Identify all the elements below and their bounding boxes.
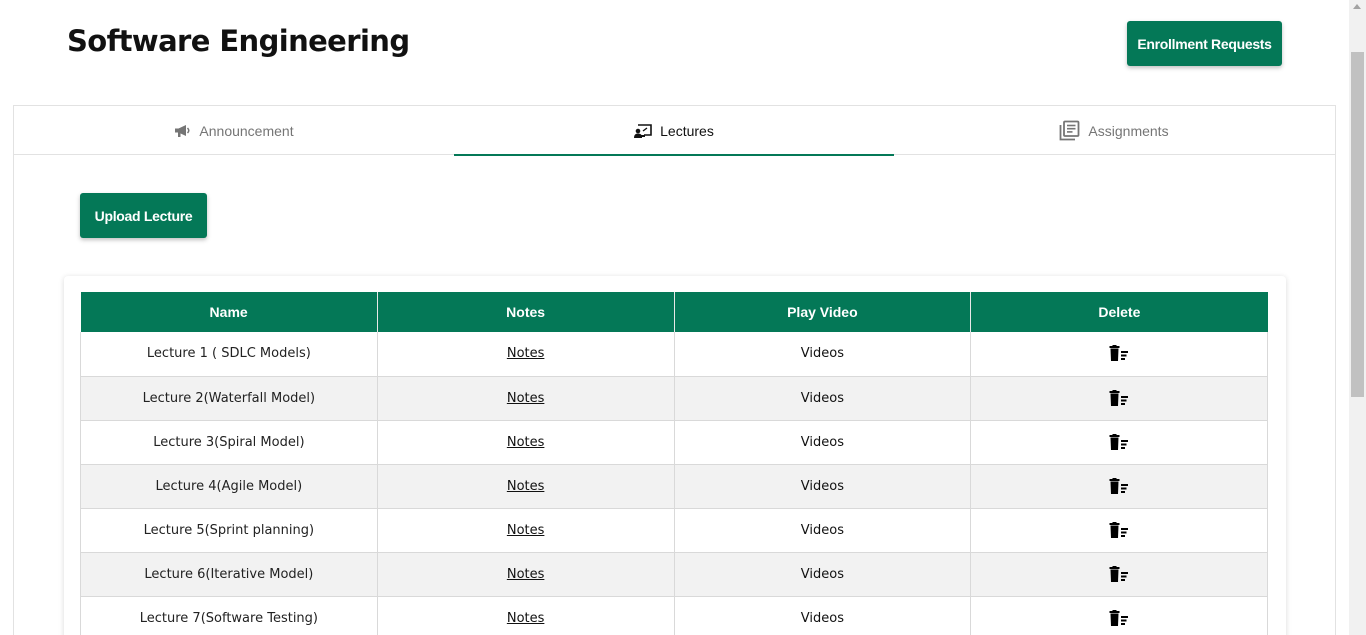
tab-lectures-label: Lectures <box>660 122 714 139</box>
play-video-cell: Videos <box>674 508 972 553</box>
column-header-name: Name <box>80 292 378 332</box>
vertical-scrollbar[interactable] <box>1349 0 1366 635</box>
column-header-play-video: Play Video <box>674 292 972 332</box>
notes-cell: Notes <box>377 596 675 635</box>
play-video-cell: Videos <box>674 552 972 597</box>
videos-link[interactable]: Videos <box>801 479 844 494</box>
lecture-name-cell: Lecture 2(Waterfall Model) <box>80 376 378 421</box>
notes-link[interactable]: Notes <box>507 567 545 582</box>
table-row: Lecture 1 ( SDLC Models) Notes Videos <box>80 332 1268 377</box>
delete-trash-icon[interactable] <box>1109 433 1129 451</box>
videos-link[interactable]: Videos <box>801 611 844 626</box>
delete-trash-icon[interactable] <box>1109 565 1129 583</box>
upload-lecture-button[interactable]: Upload Lecture <box>80 193 207 238</box>
videos-link[interactable]: Videos <box>801 391 844 406</box>
column-header-notes: Notes <box>377 292 675 332</box>
notes-cell: Notes <box>377 508 675 553</box>
play-video-cell: Videos <box>674 376 972 421</box>
notes-cell: Notes <box>377 464 675 509</box>
videos-link[interactable]: Videos <box>801 567 844 582</box>
delete-trash-icon[interactable] <box>1109 345 1129 362</box>
table-row: Lecture 7(Software Testing) Notes Videos <box>80 596 1268 635</box>
lecture-name-cell: Lecture 7(Software Testing) <box>80 596 378 635</box>
table-row: Lecture 6(Iterative Model) Notes Videos <box>80 552 1268 597</box>
lecture-name-cell: Lecture 4(Agile Model) <box>80 464 378 509</box>
videos-link[interactable]: Videos <box>801 523 844 538</box>
delete-cell <box>970 552 1268 597</box>
lecture-name-cell: Lecture 6(Iterative Model) <box>80 552 378 597</box>
delete-trash-icon[interactable] <box>1109 477 1129 495</box>
lecture-name-cell: Lecture 5(Sprint planning) <box>80 508 378 553</box>
delete-cell <box>970 332 1268 377</box>
notes-link[interactable]: Notes <box>507 523 545 538</box>
play-video-cell: Videos <box>674 596 972 635</box>
table-row: Lecture 3(Spiral Model) Notes Videos <box>80 420 1268 465</box>
library-books-icon <box>1059 120 1080 141</box>
lecture-name: Lecture 1 ( SDLC Models) <box>146 346 311 362</box>
delete-trash-icon[interactable] <box>1109 389 1129 407</box>
notes-link[interactable]: Notes <box>507 479 545 494</box>
lecture-name-cell: Lecture 1 ( SDLC Models) <box>80 332 378 377</box>
lecture-name: Lecture 5(Sprint planning) <box>143 522 315 538</box>
videos-link[interactable]: Videos <box>801 346 844 361</box>
lecture-name: Lecture 7(Software Testing) <box>139 610 318 626</box>
notes-cell: Notes <box>377 376 675 421</box>
notes-cell: Notes <box>377 552 675 597</box>
notes-link[interactable]: Notes <box>507 391 545 406</box>
play-video-cell: Videos <box>674 464 972 509</box>
delete-cell <box>970 376 1268 421</box>
lecture-name: Lecture 6(Iterative Model) <box>144 566 314 582</box>
enrollment-requests-button[interactable]: Enrollment Requests <box>1127 21 1282 66</box>
delete-cell <box>970 420 1268 465</box>
table-header-row: Name Notes Play Video Delete <box>80 292 1268 332</box>
tab-announcement[interactable]: Announcement <box>14 106 454 155</box>
lecture-name: Lecture 4(Agile Model) <box>155 478 303 494</box>
column-header-delete: Delete <box>970 292 1268 332</box>
videos-link[interactable]: Videos <box>801 435 844 450</box>
table-row: Lecture 2(Waterfall Model) Notes Videos <box>80 376 1268 421</box>
tab-lectures[interactable]: Lectures <box>454 106 894 156</box>
notes-link[interactable]: Notes <box>507 435 545 450</box>
notes-link[interactable]: Notes <box>507 346 545 361</box>
play-video-cell: Videos <box>674 420 972 465</box>
delete-trash-icon[interactable] <box>1109 609 1129 627</box>
table-body: Lecture 1 ( SDLC Models) Notes Videos Lectu… <box>80 332 1268 635</box>
course-panel: Announcement Lectures Assignments Upload… <box>13 105 1336 635</box>
tab-announcement-label: Announcement <box>199 122 294 139</box>
lecture-name: Lecture 3(Spiral Model) <box>153 434 305 450</box>
lecture-name-cell: Lecture 3(Spiral Model) <box>80 420 378 465</box>
page-title: Software Engineering <box>67 24 410 58</box>
lectures-table-card: Name Notes Play Video Delete Lecture 1 (… <box>64 276 1286 635</box>
tab-assignments-label: Assignments <box>1088 122 1169 139</box>
delete-cell <box>970 464 1268 509</box>
play-video-cell: Videos <box>674 332 972 377</box>
table-row: Lecture 5(Sprint planning) Notes Videos <box>80 508 1268 553</box>
teacher-board-icon <box>634 123 652 138</box>
scroll-up-arrow-icon[interactable] <box>1353 4 1361 9</box>
lecture-name: Lecture 2(Waterfall Model) <box>142 390 316 406</box>
delete-trash-icon[interactable] <box>1109 521 1129 539</box>
scrollbar-thumb[interactable] <box>1351 52 1364 397</box>
lectures-table: Name Notes Play Video Delete Lecture 1 (… <box>80 292 1268 635</box>
notes-link[interactable]: Notes <box>507 611 545 626</box>
delete-cell <box>970 596 1268 635</box>
tab-bar: Announcement Lectures Assignments <box>14 106 1335 156</box>
tab-assignments[interactable]: Assignments <box>894 106 1334 155</box>
megaphone-icon <box>174 124 191 138</box>
table-row: Lecture 4(Agile Model) Notes Videos <box>80 464 1268 509</box>
delete-cell <box>970 508 1268 553</box>
notes-cell: Notes <box>377 332 675 377</box>
notes-cell: Notes <box>377 420 675 465</box>
